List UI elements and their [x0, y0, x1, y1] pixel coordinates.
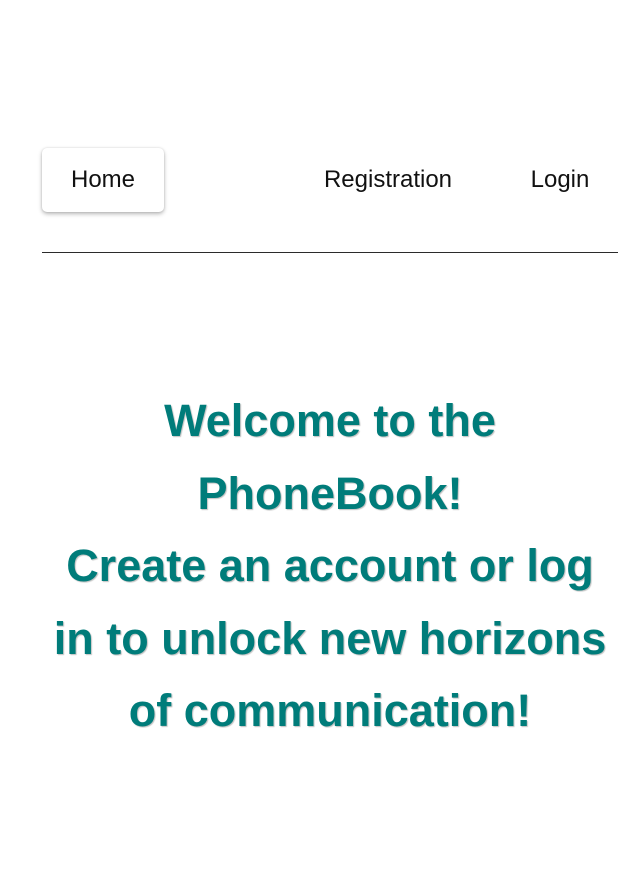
- hero-welcome-text: Welcome to the PhoneBook!: [164, 395, 496, 519]
- main-navigation: Home Registration Login: [42, 148, 618, 214]
- hero-heading: Welcome to the PhoneBook! Create an acco…: [40, 385, 620, 748]
- nav-home-link[interactable]: Home: [42, 148, 164, 212]
- page: Home Registration Login Welcome to the P…: [0, 0, 640, 880]
- nav-login-link[interactable]: Login: [512, 148, 608, 212]
- hero-cta-text: Create an account or log in to unlock ne…: [53, 540, 607, 736]
- nav-registration-link[interactable]: Registration: [302, 148, 474, 212]
- nav-divider: [42, 252, 618, 253]
